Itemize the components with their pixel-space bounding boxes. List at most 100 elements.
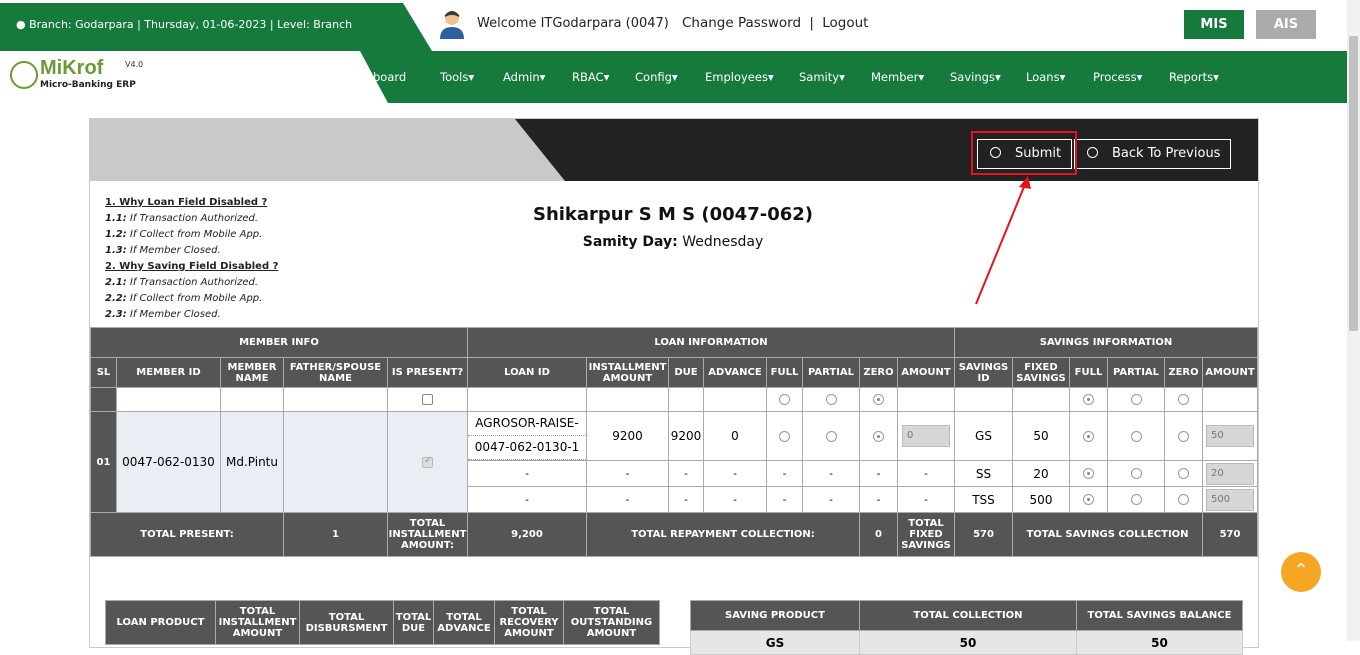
nav-employees[interactable]: Employees▾ (705, 70, 774, 84)
sav1-partial-radio[interactable] (1130, 430, 1142, 442)
loan-amount-input[interactable]: 0 (902, 425, 950, 447)
sav3-amount-input[interactable]: 500 (1206, 488, 1254, 511)
sav-partial-all-radio[interactable] (1130, 394, 1142, 405)
col-loan-id: LOAN ID (467, 357, 587, 388)
scrollbar-thumb[interactable] (1349, 36, 1358, 331)
col-sav-partial: PARTIAL (1107, 357, 1165, 388)
branch-info-bar: ● Branch: Godarpara | Thursday, 01-06-20… (0, 3, 432, 51)
member-present-checkbox[interactable] (422, 455, 433, 468)
col-member-name: MEMBER NAME (220, 357, 284, 388)
mis-button[interactable]: MIS (1184, 10, 1244, 39)
nav-process[interactable]: Process▾ (1093, 70, 1142, 84)
sav1-fixed: 50 (1012, 411, 1070, 461)
logout-link[interactable]: Logout (822, 15, 868, 31)
total-advance-header: TOTAL ADVANCE (433, 600, 495, 645)
loan-partial-all-radio[interactable] (825, 394, 837, 405)
logo-subtitle: Micro-Banking ERP (40, 80, 136, 90)
col-amount: AMOUNT (897, 357, 955, 388)
row-sl: 01 (90, 411, 117, 513)
col-sav-zero: ZERO (1164, 357, 1203, 388)
totals-row: TOTAL PRESENT: 1 TOTAL INSTALLMENT AMOUN… (90, 512, 1258, 557)
sav1-zero-radio[interactable] (1178, 430, 1189, 442)
select-all-present-checkbox[interactable] (422, 394, 433, 405)
loan-full-all-radio[interactable] (779, 394, 790, 405)
select-all-row (90, 387, 1258, 412)
sav3-partial-radio[interactable] (1130, 494, 1142, 505)
total-installment-header: TOTAL INSTALLMENT AMOUNT (215, 600, 300, 645)
saving-product-header: SAVING PRODUCT (690, 600, 860, 631)
note-heading-saving: 2. Why Saving Field Disabled ? (105, 261, 279, 272)
submit-highlight-box (971, 131, 1077, 175)
col-sl: SL (90, 357, 117, 388)
loan-zero-radio[interactable] (873, 430, 884, 442)
total-present-label: TOTAL PRESENT: (90, 512, 284, 557)
collection-table: MEMBER INFO LOAN INFORMATION SAVINGS INF… (90, 327, 1258, 557)
row-installment: 9200 (586, 411, 669, 461)
samity-day: Samity Day: Wednesday (582, 234, 764, 250)
col-sav-amount: AMOUNT (1202, 357, 1258, 388)
nav-config[interactable]: Config▾ (635, 70, 678, 84)
sav2-zero-radio[interactable] (1178, 468, 1189, 479)
annotation-arrow (975, 176, 1031, 305)
sav1-amount-input[interactable]: 50 (1206, 425, 1254, 447)
sav2-full-radio[interactable] (1083, 468, 1094, 479)
saving-summary-table: SAVING PRODUCT TOTAL COLLECTION TOTAL SA… (690, 600, 1243, 655)
sav-full-all-radio[interactable] (1083, 394, 1094, 405)
loan-full-radio[interactable] (779, 430, 790, 442)
sav2-partial-radio[interactable] (1130, 468, 1142, 479)
nav-member[interactable]: Member▾ (871, 70, 924, 84)
row-advance: 0 (703, 411, 767, 461)
nav-admin[interactable]: Admin▾ (503, 70, 545, 84)
nav-dashboard[interactable]: board (373, 70, 406, 84)
sav2-fixed: 20 (1012, 460, 1070, 487)
scroll-to-top-button[interactable]: ⌃ (1281, 552, 1321, 592)
link-separator: | (809, 15, 814, 31)
col-father: FATHER/SPOUSE NAME (283, 357, 388, 388)
nav-samity[interactable]: Samity▾ (799, 70, 845, 84)
col-partial: PARTIAL (802, 357, 860, 388)
loan-zero-all-radio[interactable] (873, 394, 884, 405)
col-fixed-savings: FIXED SAVINGS (1012, 357, 1070, 388)
logo-name[interactable]: MiKrof (40, 57, 103, 80)
sav2-amount-input[interactable]: 20 (1206, 462, 1254, 485)
nav-loans[interactable]: Loans▾ (1026, 70, 1065, 84)
mikrof-logo-icon (10, 61, 38, 89)
welcome-text: Welcome ITGodarpara (0047) (477, 16, 669, 31)
total-recovery-header: TOTAL RECOVERY AMOUNT (494, 600, 564, 645)
col-full: FULL (766, 357, 803, 388)
row-member-id: 0047-062-0130 (116, 411, 221, 513)
user-avatar-icon (440, 11, 464, 39)
total-present-value: 1 (283, 512, 388, 557)
nav-rbac[interactable]: RBAC▾ (572, 70, 609, 84)
total-savings-value: 570 (1202, 512, 1258, 557)
sav3-full-radio[interactable] (1083, 494, 1094, 505)
col-member-id: MEMBER ID (116, 357, 221, 388)
total-installment-value: 9,200 (467, 512, 587, 557)
samity-title: Shikarpur S M S (0047-062) (532, 204, 814, 225)
sav3-zero-radio[interactable] (1178, 494, 1189, 505)
sav3-fixed: 500 (1012, 486, 1070, 513)
row-father (283, 411, 388, 513)
sav3-id: TSS (954, 486, 1013, 513)
col-advance: ADVANCE (703, 357, 767, 388)
total-installment-label: TOTAL INSTALLMENT AMOUNT: (387, 512, 468, 557)
sav-zero-all-radio[interactable] (1178, 394, 1189, 405)
nav-reports[interactable]: Reports▾ (1169, 70, 1219, 84)
change-password-link[interactable]: Change Password (682, 15, 801, 31)
sav2-id: SS (954, 460, 1013, 487)
nav-tools[interactable]: Tools▾ (440, 70, 474, 84)
col-sav-full: FULL (1069, 357, 1108, 388)
total-disbursment-header: TOTAL DISBURSMENT (299, 600, 394, 645)
total-due-header: TOTAL DUE (393, 600, 434, 645)
help-notes: 1. Why Loan Field Disabled ? 1.1: If Tra… (105, 197, 279, 320)
loan-partial-radio[interactable] (825, 430, 837, 442)
ais-button[interactable]: AIS (1256, 10, 1316, 39)
total-repayment-label: TOTAL REPAYMENT COLLECTION: (586, 512, 860, 557)
loan-product-header: LOAN PRODUCT (105, 600, 216, 645)
nav-savings[interactable]: Savings▾ (950, 70, 1001, 84)
sav1-full-radio[interactable] (1083, 430, 1094, 442)
col-savings-id: SAVINGS ID (954, 357, 1013, 388)
back-to-previous-button[interactable]: Back To Previous (1074, 139, 1231, 169)
total-repayment-value: 0 (859, 512, 898, 557)
col-present: IS PRESENT? (387, 357, 468, 388)
